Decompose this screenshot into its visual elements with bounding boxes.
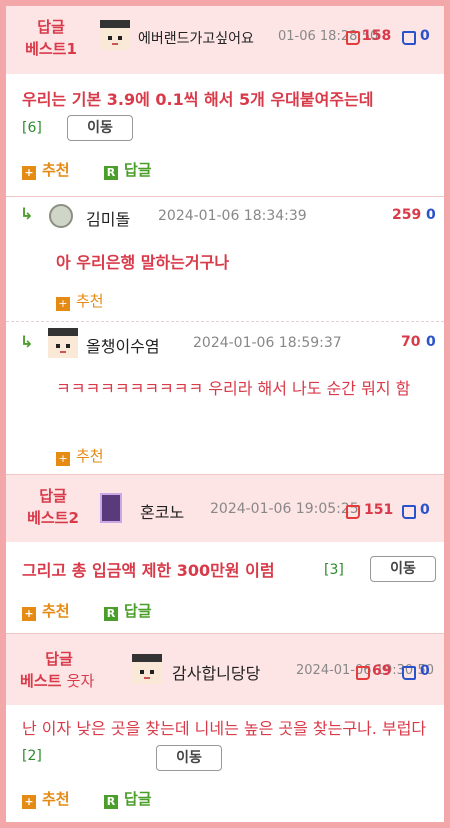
badge-line1: 답글 bbox=[39, 487, 67, 505]
recommend-label: 추천 bbox=[76, 292, 104, 310]
recommend-button[interactable]: + 추천 bbox=[56, 445, 104, 466]
badge-line2: 베스트 bbox=[20, 672, 62, 690]
recommend-label: 추천 bbox=[42, 602, 70, 620]
recommend-label: 추천 bbox=[42, 161, 70, 179]
recommend-button[interactable]: + 추천 bbox=[22, 600, 70, 621]
reply-badge-icon: R bbox=[104, 795, 118, 809]
avatar[interactable] bbox=[49, 204, 73, 228]
post-header: 답글 베스트1 에버랜드가고싶어요 01-06 18:28:50 158 0 bbox=[6, 6, 444, 74]
comment-count: [6] bbox=[22, 120, 42, 136]
reply-label: 답글 bbox=[124, 602, 152, 620]
reply-text: ㅋㅋㅋㅋㅋㅋㅋㅋㅋㅋ 우리라 해서 나도 순간 뭐지 함 bbox=[56, 379, 411, 398]
best-badge: 답글 베스트1 bbox=[22, 16, 80, 60]
badge-line1: 답글 bbox=[37, 18, 65, 36]
post-header: 답글 베스트2 혼코노 2024-01-06 19:05:25 151 0 bbox=[6, 474, 444, 542]
thumbs-down-icon[interactable] bbox=[402, 666, 416, 680]
recommend-button[interactable]: + 추천 bbox=[22, 788, 70, 809]
badge-line1: 답글 bbox=[45, 650, 73, 668]
upvote-count: 259 bbox=[392, 207, 422, 223]
recommend-label: 추천 bbox=[76, 447, 104, 465]
recommend-button[interactable]: + 추천 bbox=[22, 159, 70, 180]
reply-arrow-icon: ↳ bbox=[20, 332, 34, 351]
reply-label: 답글 bbox=[124, 790, 152, 808]
divider bbox=[6, 196, 444, 197]
nickname[interactable]: 감사합니당당 bbox=[172, 660, 260, 684]
post-date: 2024-01-06 19:05:25 bbox=[210, 501, 359, 517]
badge-suffix: 웃자 bbox=[66, 672, 95, 690]
reply-date: 2024-01-06 18:34:39 bbox=[158, 208, 307, 224]
plus-icon: + bbox=[56, 452, 70, 466]
move-button[interactable]: 이동 bbox=[67, 115, 133, 141]
post-title[interactable]: 그리고 총 입금액 제한 300만원 이럼 bbox=[22, 559, 275, 583]
post-title[interactable]: 난 이자 낮은 곳을 찾는데 니네는 높은 곳을 찾는구나. 부럽다 [2] bbox=[22, 716, 438, 769]
thumbs-down-icon[interactable] bbox=[402, 505, 416, 519]
best-badge: 답글 베스트 웃자 bbox=[20, 648, 130, 692]
upvote-count: 69 bbox=[372, 663, 392, 679]
thumbs-up-icon[interactable] bbox=[346, 31, 360, 45]
reply-badge-icon: R bbox=[104, 166, 118, 180]
avatar[interactable] bbox=[100, 493, 122, 523]
plus-icon: + bbox=[22, 166, 36, 180]
downvote-count: 0 bbox=[420, 663, 430, 679]
avatar[interactable] bbox=[48, 328, 78, 358]
post-title-text[interactable]: 난 이자 낮은 곳을 찾는데 니네는 높은 곳을 찾는구나. 부럽다 bbox=[22, 719, 426, 738]
nickname[interactable]: 올챙이수염 bbox=[86, 333, 160, 357]
badge-line2: 베스트2 bbox=[27, 509, 79, 527]
post-title-text[interactable]: 그리고 총 입금액 제한 300만원 이럼 bbox=[22, 561, 275, 580]
move-button[interactable]: 이동 bbox=[370, 556, 436, 582]
avatar[interactable] bbox=[100, 20, 130, 50]
reply-date: 2024-01-06 18:59:37 bbox=[193, 335, 342, 351]
avatar[interactable] bbox=[132, 654, 162, 684]
comment-list: 답글 베스트1 에버랜드가고싶어요 01-06 18:28:50 158 0 우… bbox=[6, 6, 444, 822]
comment-count: [2] bbox=[22, 748, 42, 764]
move-button[interactable]: 이동 bbox=[156, 745, 222, 771]
plus-icon: + bbox=[22, 607, 36, 621]
post-title[interactable]: 우리는 기본 3.9에 0.1씩 해서 5개 우대붙여주는데 bbox=[22, 88, 438, 112]
post-header: 답글 베스트 웃자 감사합니당당 2024-01-06 19:30:50 69 … bbox=[6, 633, 444, 705]
reply-arrow-icon: ↳ bbox=[20, 204, 34, 223]
reply-text: 아 우리은행 말하는거구나 bbox=[56, 253, 230, 272]
thumbs-up-icon[interactable] bbox=[346, 505, 360, 519]
reply-button[interactable]: R 답글 bbox=[104, 159, 152, 180]
comment-count: [3] bbox=[324, 562, 344, 578]
nickname[interactable]: 에버랜드가고싶어요 bbox=[138, 28, 254, 48]
reply-button[interactable]: R 답글 bbox=[104, 788, 152, 809]
upvote-count: 158 bbox=[362, 28, 392, 44]
thumbs-down-icon[interactable] bbox=[402, 31, 416, 45]
plus-icon: + bbox=[22, 795, 36, 809]
upvote-count: 151 bbox=[364, 502, 394, 518]
reply-badge-icon: R bbox=[104, 607, 118, 621]
post-title-text[interactable]: 우리는 기본 3.9에 0.1씩 해서 5개 우대붙여주는데 bbox=[22, 90, 373, 109]
recommend-label: 추천 bbox=[42, 790, 70, 808]
divider bbox=[6, 321, 444, 322]
downvote-count: 0 bbox=[426, 334, 436, 350]
downvote-count: 0 bbox=[420, 502, 430, 518]
badge-line2: 베스트1 bbox=[25, 40, 77, 58]
plus-icon: + bbox=[56, 297, 70, 311]
best-badge: 답글 베스트2 bbox=[20, 485, 86, 529]
upvote-count: 70 bbox=[401, 334, 421, 350]
downvote-count: 0 bbox=[420, 28, 430, 44]
recommend-button[interactable]: + 추천 bbox=[56, 290, 104, 311]
nickname[interactable]: 김미돌 bbox=[86, 206, 130, 230]
downvote-count: 0 bbox=[426, 207, 436, 223]
reply-label: 답글 bbox=[124, 161, 152, 179]
reply-button[interactable]: R 답글 bbox=[104, 600, 152, 621]
nickname[interactable]: 혼코노 bbox=[140, 499, 184, 523]
thumbs-up-icon[interactable] bbox=[356, 666, 370, 680]
